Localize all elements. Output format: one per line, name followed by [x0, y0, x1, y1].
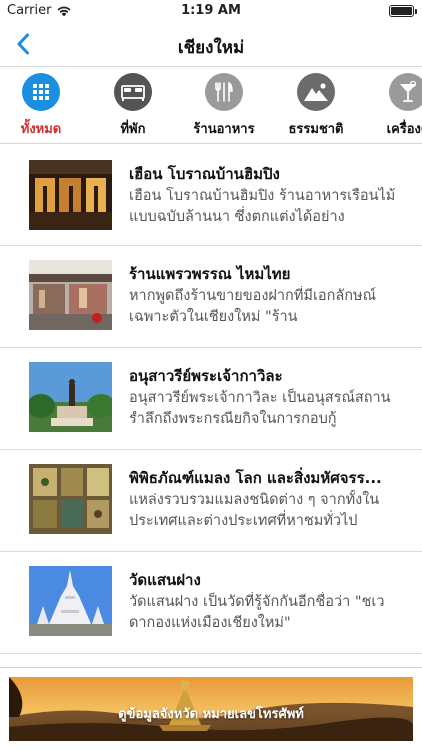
place-list: เฮือน โบราณบ้านฮิมปิง เฮือน โบราณบ้านฮิม… — [0, 146, 422, 654]
place-thumbnail — [29, 160, 112, 230]
place-thumbnail — [29, 464, 112, 534]
place-description: หากพูดถึงร้านขายของฝากที่มีเอกลักษณ์เฉพา… — [129, 288, 377, 325]
place-description: อนุสาวรีย์พระเจ้ากาวิละ เป็นอนุสรณ์สถานร… — [129, 390, 391, 427]
navigation-bar: เชียงใหม่ — [0, 22, 422, 66]
place-thumbnail — [29, 566, 112, 636]
cocktail-icon — [389, 73, 422, 111]
category-label: เครื่องดื่ — [386, 122, 422, 137]
bed-icon — [114, 73, 152, 111]
place-title: พิพิธภัณฑ์แมลง โลก และสิ่งมหัศจรร... — [129, 469, 382, 487]
list-item[interactable]: วัดแสนฝาง วัดแสนฝาง เป็นวัดที่รู้จักกันอ… — [0, 552, 422, 654]
list-item[interactable]: เฮือน โบราณบ้านฮิมปิง เฮือน โบราณบ้านฮิม… — [0, 146, 422, 246]
place-title: วัดแสนฝาง — [129, 571, 201, 589]
grid-icon — [22, 73, 60, 111]
banner-label: ดูข้อมูลจังหวัด หมายเลขโทรศัพท์ — [118, 707, 304, 722]
list-item[interactable]: พิพิธภัณฑ์แมลง โลก และสิ่งมหัศจรร... แหล… — [0, 450, 422, 552]
category-accommodation[interactable]: ที่พัก — [87, 73, 179, 139]
category-label: ทั้งหมด — [20, 122, 62, 137]
category-label: ธรรมชาติ — [288, 122, 344, 137]
place-description: แหล่งรวบรวมแมลงชนิดต่าง ๆ จากทั้งในประเท… — [129, 492, 380, 529]
status-bar: Carrier 1:19 AM — [0, 0, 422, 22]
category-label: ร้านอาหาร — [193, 122, 255, 137]
category-drinks[interactable]: เครื่องดื่ — [362, 73, 422, 139]
place-description: เฮือน โบราณบ้านฮิมปิง ร้านอาหารเรือนไม้แ… — [129, 188, 396, 225]
category-all[interactable]: ทั้งหมด — [0, 73, 87, 139]
place-title: ร้านแพรวพรรณ ไหมไทย — [129, 265, 291, 283]
status-time: 1:19 AM — [181, 3, 241, 18]
place-title: เฮือน โบราณบ้านฮิมปิง — [129, 165, 280, 183]
divider — [0, 667, 422, 668]
category-label: ที่พัก — [120, 122, 146, 137]
place-description: วัดแสนฝาง เป็นวัดที่รู้จักกันอีกชื่อว่า … — [129, 594, 385, 631]
battery-icon — [389, 5, 417, 17]
category-bar: ทั้งหมด ที่พัก ร้านอาหาร ธรรมชาติ เครื่อ… — [0, 66, 422, 144]
list-item[interactable]: ร้านแพรวพรรณ ไหมไทย หากพูดถึงร้านขายของฝ… — [0, 246, 422, 348]
page-title: เชียงใหม่ — [177, 38, 245, 58]
utensils-icon — [205, 73, 243, 111]
category-restaurant[interactable]: ร้านอาหาร — [178, 73, 270, 139]
place-thumbnail — [29, 260, 112, 330]
list-item[interactable]: อนุสาวรีย์พระเจ้ากาวิละ อนุสาวรีย์พระเจ้… — [0, 348, 422, 450]
category-nature[interactable]: ธรรมชาติ — [270, 73, 362, 139]
mountain-icon — [297, 73, 335, 111]
province-info-banner[interactable]: ดูข้อมูลจังหวัด หมายเลขโทรศัพท์ — [9, 677, 413, 741]
place-title: อนุสาวรีย์พระเจ้ากาวิละ — [129, 367, 283, 385]
place-thumbnail — [29, 362, 112, 432]
